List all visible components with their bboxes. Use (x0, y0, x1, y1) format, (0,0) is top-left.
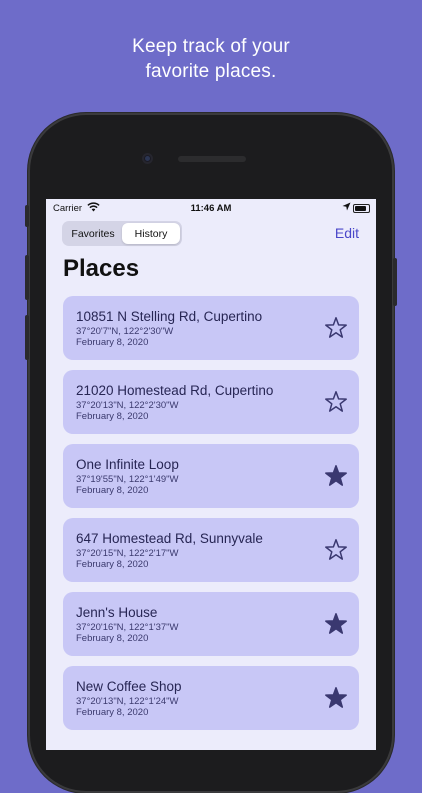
place-coordinates: 37°20'13"N, 122°1'24"W (76, 696, 179, 707)
phone-side-button (25, 205, 29, 227)
earpiece-speaker (178, 156, 246, 162)
place-coordinates: 37°19'55"N, 122°1'49"W (76, 474, 179, 485)
page-title: Places (63, 255, 140, 282)
place-date: February 8, 2020 (76, 337, 149, 348)
front-camera (142, 153, 153, 164)
place-date: February 8, 2020 (76, 411, 149, 422)
phone-volume-up (25, 255, 29, 300)
star-filled-icon[interactable] (324, 686, 348, 710)
edit-button[interactable]: Edit (335, 225, 359, 241)
list-item[interactable]: 21020 Homestead Rd, Cupertino 37°20'13"N… (63, 370, 359, 434)
star-outline-icon[interactable] (324, 538, 348, 562)
star-outline-icon[interactable] (324, 316, 348, 340)
status-bar: Carrier 11:46 AM (46, 199, 376, 217)
place-title: 10851 N Stelling Rd, Cupertino (76, 309, 263, 324)
phone-power-button (393, 258, 397, 306)
list-item[interactable]: One Infinite Loop 37°19'55"N, 122°1'49"W… (63, 444, 359, 508)
list-item[interactable]: New Coffee Shop 37°20'13"N, 122°1'24"W F… (63, 666, 359, 730)
place-title: 647 Homestead Rd, Sunnyvale (76, 531, 263, 546)
place-date: February 8, 2020 (76, 707, 149, 718)
place-title: Jenn's House (76, 605, 158, 620)
clock: 11:46 AM (190, 203, 232, 214)
place-coordinates: 37°20'15"N, 122°2'17"W (76, 548, 179, 559)
place-title: New Coffee Shop (76, 679, 182, 694)
place-date: February 8, 2020 (76, 485, 149, 496)
battery-icon (353, 204, 370, 213)
list-item[interactable]: 10851 N Stelling Rd, Cupertino 37°20'7"N… (63, 296, 359, 360)
star-filled-icon[interactable] (324, 612, 348, 636)
place-date: February 8, 2020 (76, 633, 149, 644)
place-coordinates: 37°20'16"N, 122°1'37"W (76, 622, 179, 633)
location-arrow-icon (342, 202, 351, 214)
promo-line-2: favorite places. (145, 61, 277, 82)
segment-history[interactable]: History (122, 223, 180, 244)
promo-line-1: Keep track of your (132, 36, 290, 57)
app-screen: Carrier 11:46 AM Favorites History Edit … (46, 199, 376, 750)
places-list: 10851 N Stelling Rd, Cupertino 37°20'7"N… (63, 296, 359, 740)
segment-favorites[interactable]: Favorites (64, 223, 122, 244)
place-coordinates: 37°20'13"N, 122°2'30"W (76, 400, 179, 411)
promo-headline: Keep track of your favorite places. (0, 34, 422, 84)
list-item[interactable]: Jenn's House 37°20'16"N, 122°1'37"W Febr… (63, 592, 359, 656)
star-outline-icon[interactable] (324, 390, 348, 414)
place-date: February 8, 2020 (76, 559, 149, 570)
phone-volume-down (25, 315, 29, 360)
place-title: 21020 Homestead Rd, Cupertino (76, 383, 274, 398)
star-filled-icon[interactable] (324, 464, 348, 488)
segmented-control: Favorites History (62, 221, 182, 246)
place-title: One Infinite Loop (76, 457, 179, 472)
list-item[interactable]: 647 Homestead Rd, Sunnyvale 37°20'15"N, … (63, 518, 359, 582)
place-coordinates: 37°20'7"N, 122°2'30"W (76, 326, 174, 337)
